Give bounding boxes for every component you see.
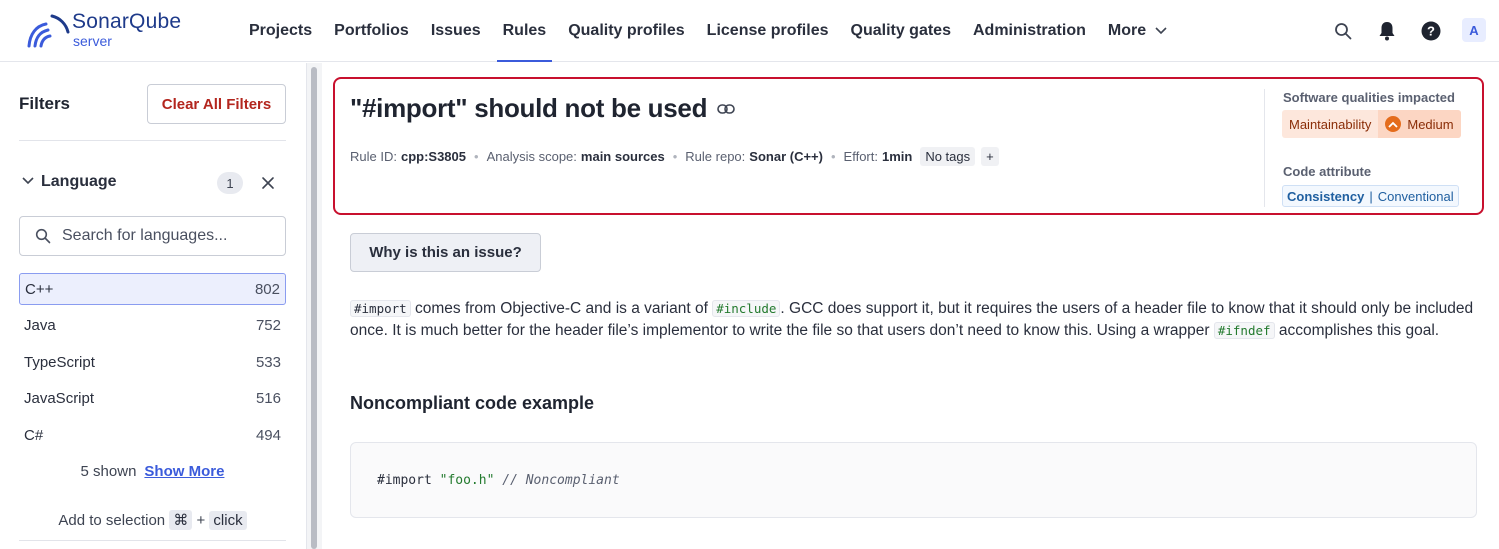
effort-value: 1min [881,149,913,164]
code-comment: // Noncompliant [502,473,620,488]
add-tag-button[interactable]: + [981,147,999,166]
language-facet-title: Language [41,173,117,190]
severity-label: Medium [1407,116,1454,132]
top-navigation-bar: SonarQube server Projects Portfolios Iss… [0,0,1499,62]
nav-quality-gates[interactable]: Quality gates [840,0,962,62]
code-string: "foo.h" [439,473,495,488]
shortcut-plus: + [196,512,206,529]
attribute-category: Consistency [1287,188,1365,204]
severity-badge: Medium [1378,110,1461,138]
rule-header-card: "#import" should not be used Rule ID: cpp… [333,77,1484,215]
click-key: click [209,511,247,530]
language-item-typescript[interactable]: TypeScript 533 [19,347,286,379]
search-icon[interactable] [1331,19,1355,43]
code-keyword: #import [377,473,432,488]
language-name: JavaScript [24,390,95,407]
effort-label: Effort: [843,149,878,164]
nav-portfolios[interactable]: Portfolios [323,0,420,62]
clear-all-filters-button[interactable]: Clear All Filters [147,84,286,124]
sonar-waves-icon [27,14,70,48]
language-name: C# [24,427,44,444]
software-qualities-title: Software qualities impacted [1283,90,1455,105]
divider [19,540,286,541]
language-count: 494 [255,427,281,444]
nav-issues[interactable]: Issues [420,0,492,62]
attribute-value: Conventional [1377,188,1454,204]
nav-license-profiles[interactable]: License profiles [696,0,840,62]
repo-label: Rule repo: [685,149,746,164]
why-is-this-an-issue-tab[interactable]: Why is this an issue? [350,233,541,272]
code-line: #import "foo.h" // Noncompliant [377,473,620,488]
search-icon [35,228,51,244]
software-quality-impact[interactable]: Maintainability Medium [1282,110,1461,138]
noncompliant-heading: Noncompliant code example [350,393,595,413]
code-attribute-badge[interactable]: Consistency | Conventional [1282,185,1459,207]
user-avatar[interactable]: A [1462,18,1486,42]
chevron-down-icon [1155,27,1167,35]
rule-meta: Rule ID: cpp:S3805 • Analysis scope: main … [350,147,999,166]
language-name: TypeScript [24,354,95,371]
nav-more-label: More [1107,22,1147,39]
language-search-box[interactable] [19,216,286,256]
language-name: Java [24,317,56,334]
language-name: C++ [25,281,54,298]
description-text: comes from Objective-C and is a variant … [410,300,713,317]
code-attribute-title: Code attribute [1283,164,1372,179]
inline-code: #ifndef [1213,322,1275,339]
language-item-cpp[interactable]: C++ 802 [19,273,286,305]
divider [1264,89,1265,207]
filters-sidebar: Filters Clear All Filters Language 1 C++… [0,63,306,549]
svg-text:?: ? [1427,24,1435,39]
language-item-javascript[interactable]: JavaScript 516 [19,383,286,415]
description-text: accomplishes this goal. [1274,322,1440,339]
nav-projects[interactable]: Projects [238,0,323,62]
logo-subtitle: server [73,33,112,49]
language-count: 533 [255,354,281,371]
tags-value[interactable]: No tags [920,147,976,166]
chevron-down-icon [22,177,34,185]
show-more-link[interactable]: Show More [144,463,224,480]
add-to-selection-label: Add to selection [58,512,166,529]
filters-title: Filters [19,94,71,113]
nav-more[interactable]: More [1097,0,1178,62]
scope-value: main sources [580,149,665,164]
inline-code: #include [712,300,781,317]
command-key: ⌘ [169,510,193,530]
main-nav: Projects Portfolios Issues Rules Quality… [238,0,1178,62]
close-icon[interactable] [261,176,275,190]
logo-name: SonarQube [72,10,182,33]
rule-title: "#import" should not be used [350,93,708,123]
rule-id-label: Rule ID: [350,149,397,164]
shown-count-row: 5 shown Show More [19,463,286,480]
language-item-java[interactable]: Java 752 [19,310,286,342]
permalink-icon[interactable] [717,103,735,115]
language-item-csharp[interactable]: C# 494 [19,420,286,452]
language-count: 516 [255,390,281,407]
help-icon[interactable]: ? [1419,19,1443,43]
language-search-input[interactable] [62,226,277,246]
language-count: 802 [254,281,280,298]
quality-name: Maintainability [1289,116,1372,132]
language-selected-count: 1 [217,172,243,194]
scope-label: Analysis scope: [486,149,577,164]
nav-rules[interactable]: Rules [492,0,558,62]
shown-count: 5 shown [80,463,137,480]
inline-code: #import [350,300,411,317]
sidebar-scrollbar-thumb[interactable] [311,67,317,549]
language-count: 752 [255,317,281,334]
add-to-selection-hint: Add to selection ⌘ + click [19,510,286,530]
bell-icon[interactable] [1375,19,1399,43]
rule-description: #import comes from Objective-C and is a … [350,298,1480,342]
severity-medium-icon [1385,116,1402,132]
code-example-block: #import "foo.h" // Noncompliant [350,442,1477,518]
nav-administration[interactable]: Administration [962,0,1097,62]
language-facet-header[interactable]: Language 1 [19,171,286,195]
repo-value: Sonar (C++) [749,149,823,164]
sidebar-scrollbar[interactable] [306,63,322,549]
nav-quality-profiles[interactable]: Quality profiles [557,0,695,62]
divider [19,140,286,141]
sonarqube-logo[interactable]: SonarQube server [26,10,206,52]
rule-id: cpp:S3805 [400,149,467,164]
